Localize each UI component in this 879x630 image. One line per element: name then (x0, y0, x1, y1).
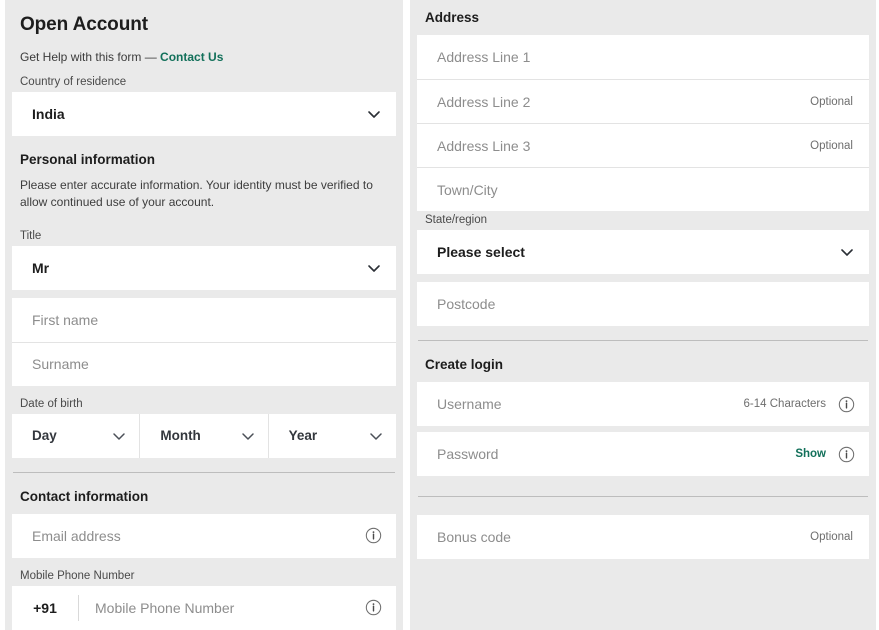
open-account-form-page: Open Account Get Help with this form — C… (0, 0, 879, 630)
chevron-down-icon (111, 428, 127, 444)
country-of-residence-value: India (32, 106, 366, 122)
dob-month-select[interactable]: Month (139, 414, 267, 458)
address-heading: Address (417, 0, 869, 35)
title-select[interactable]: Mr (12, 246, 396, 290)
password-placeholder: Password (437, 446, 795, 462)
mobile-phone-number-label: Mobile Phone Number (12, 558, 396, 586)
address-line-3-optional-hint: Optional (810, 140, 855, 152)
email-address-placeholder: Email address (32, 528, 355, 544)
bonus-code-field[interactable]: Bonus code Optional (417, 515, 869, 559)
dob-day-value: Day (32, 428, 111, 443)
dob-day-select[interactable]: Day (12, 414, 139, 458)
spacer (12, 290, 396, 298)
title-label: Title (12, 218, 396, 246)
town-city-placeholder: Town/City (437, 182, 855, 198)
page-title: Open Account (12, 0, 396, 36)
spacer (417, 559, 869, 567)
town-city-field[interactable]: Town/City (417, 167, 869, 211)
chevron-down-icon (368, 428, 384, 444)
title-value: Mr (32, 260, 366, 276)
info-icon[interactable] (838, 446, 855, 463)
state-region-value: Please select (437, 244, 839, 260)
postcode-field[interactable]: Postcode (417, 282, 869, 326)
date-of-birth-label: Date of birth (12, 386, 396, 414)
help-line-text: Get Help with this form — (20, 50, 160, 64)
password-show-toggle[interactable]: Show (795, 448, 828, 460)
chevron-down-icon (366, 106, 382, 122)
address-line-3-field[interactable]: Address Line 3 Optional (417, 123, 869, 167)
address-line-3-placeholder: Address Line 3 (437, 138, 810, 154)
dob-year-select[interactable]: Year (268, 414, 396, 458)
personal-information-note: Please enter accurate information. Your … (12, 177, 396, 218)
country-of-residence-select[interactable]: India (12, 92, 396, 136)
address-line-2-field[interactable]: Address Line 2 Optional (417, 79, 869, 123)
chevron-down-icon (366, 260, 382, 276)
email-address-field[interactable]: Email address (12, 514, 396, 558)
chevron-down-icon (240, 428, 256, 444)
right-column: Address Address Line 1 Address Line 2 Op… (410, 0, 876, 630)
info-icon[interactable] (838, 396, 855, 413)
first-name-field[interactable]: First name (12, 298, 396, 342)
info-icon[interactable] (365, 527, 382, 544)
spacer (417, 274, 869, 282)
address-line-2-placeholder: Address Line 2 (437, 94, 810, 110)
name-field-group: First name Surname (12, 298, 396, 386)
dob-year-value: Year (289, 428, 368, 443)
password-field[interactable]: Password Show (417, 432, 869, 476)
first-name-placeholder: First name (32, 312, 382, 328)
bonus-code-optional-hint: Optional (810, 531, 855, 543)
bonus-code-placeholder: Bonus code (437, 529, 810, 545)
postcode-placeholder: Postcode (437, 296, 855, 312)
dob-month-value: Month (160, 428, 239, 443)
left-column: Open Account Get Help with this form — C… (5, 0, 403, 630)
country-of-residence-label: Country of residence (12, 64, 396, 92)
mobile-phone-number-field[interactable]: +91 Mobile Phone Number (12, 586, 396, 630)
username-field[interactable]: Username 6-14 Characters (417, 382, 869, 426)
state-region-label: State/region (417, 211, 869, 230)
chevron-down-icon (839, 244, 855, 260)
date-of-birth-group: Day Month Year (12, 414, 396, 458)
personal-information-heading: Personal information (12, 136, 396, 177)
surname-field[interactable]: Surname (12, 342, 396, 386)
surname-placeholder: Surname (32, 356, 382, 372)
contact-us-link[interactable]: Contact Us (160, 50, 223, 64)
username-characters-hint: 6-14 Characters (744, 398, 828, 410)
help-line: Get Help with this form — Contact Us (12, 36, 396, 64)
info-icon[interactable] (365, 599, 382, 616)
contact-information-heading: Contact information (12, 473, 396, 514)
state-region-select[interactable]: Please select (417, 230, 869, 274)
address-line-1-placeholder: Address Line 1 (437, 49, 855, 65)
username-placeholder: Username (437, 396, 744, 412)
address-line-2-optional-hint: Optional (810, 96, 855, 108)
address-field-group: Address Line 1 Address Line 2 Optional A… (417, 35, 869, 211)
country-code-value[interactable]: +91 (12, 600, 78, 616)
mobile-phone-number-placeholder: Mobile Phone Number (79, 600, 355, 616)
create-login-heading: Create login (417, 341, 869, 382)
spacer (417, 497, 869, 515)
address-line-1-field[interactable]: Address Line 1 (417, 35, 869, 79)
